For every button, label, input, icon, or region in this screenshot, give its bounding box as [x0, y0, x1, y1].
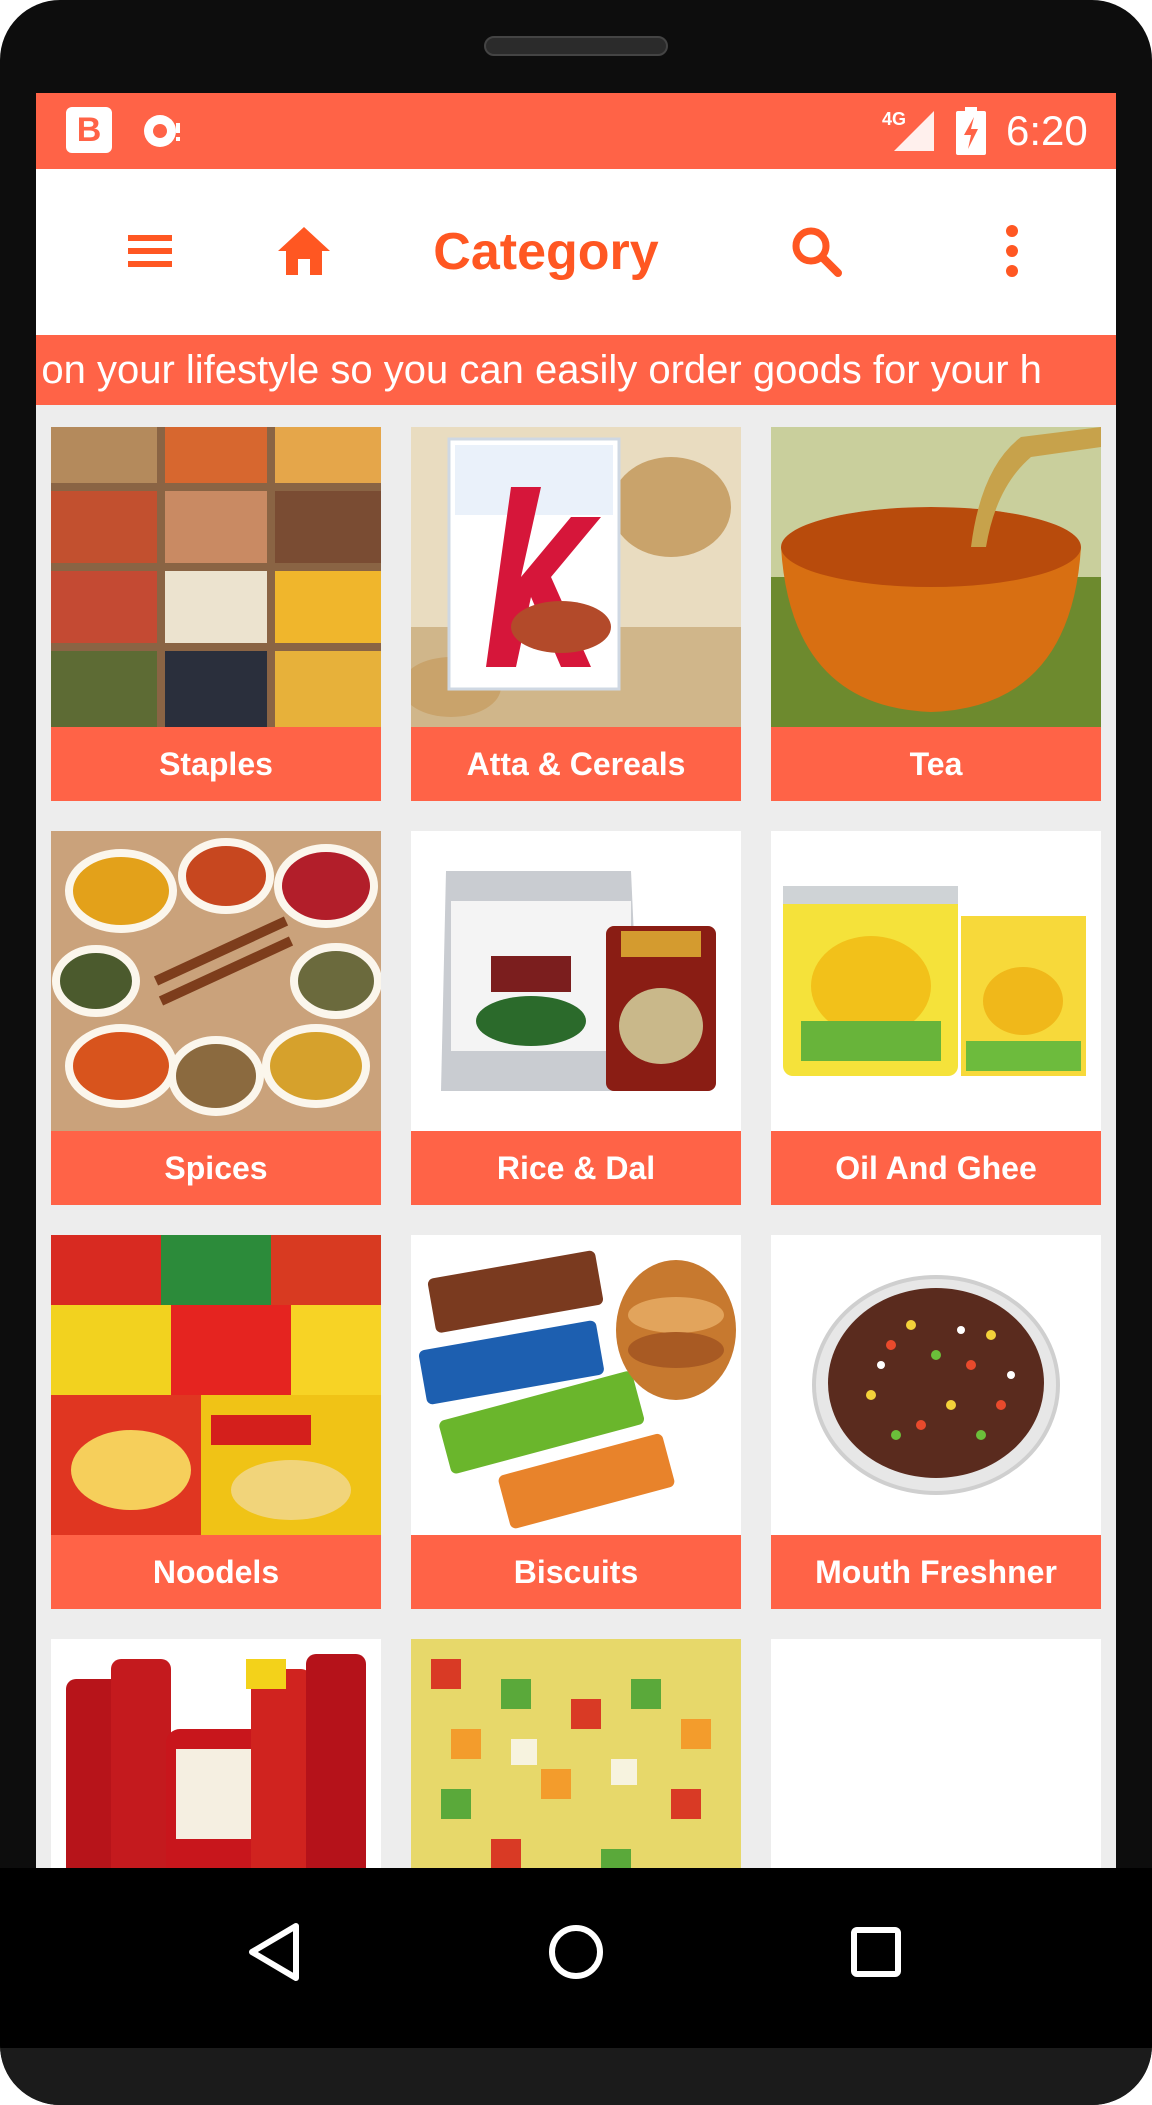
- battery-charging-icon: [956, 107, 986, 155]
- category-card-staples[interactable]: Staples: [51, 427, 381, 801]
- category-label: Staples: [51, 727, 381, 801]
- notification-icon: [144, 115, 180, 147]
- signal-4g-icon: 4G: [882, 109, 934, 151]
- android-nav-bar: [0, 1868, 1152, 2048]
- spices-image: [51, 831, 381, 1131]
- status-time: 6:20: [1006, 107, 1088, 154]
- noodels-image: [51, 1235, 381, 1535]
- network-label: 4G: [882, 109, 906, 129]
- category-card-biscuits[interactable]: Biscuits: [411, 1235, 741, 1609]
- app-badge-icon: B: [66, 107, 112, 153]
- category-card-empty[interactable]: [771, 1639, 1101, 1868]
- pasta-image: [411, 1639, 741, 1868]
- category-card-pasta[interactable]: [411, 1639, 741, 1868]
- home-circle-icon[interactable]: [536, 1912, 616, 1992]
- category-card-atta-cereals[interactable]: Atta & Cereals: [411, 427, 741, 801]
- status-bar: B 4G 6:20: [36, 93, 1116, 169]
- category-card-oil-ghee[interactable]: Oil And Ghee: [771, 831, 1101, 1205]
- search-icon[interactable]: [784, 219, 848, 283]
- back-triangle-icon[interactable]: [236, 1912, 316, 1992]
- screen: B 4G 6:20 Category d on your lifestyle s…: [36, 93, 1116, 1868]
- app-toolbar: Category: [36, 169, 1116, 335]
- mouth-freshner-image: [771, 1235, 1101, 1535]
- atta-cereals-image: [411, 427, 741, 727]
- phone-frame: B 4G 6:20 Category d on your lifestyle s…: [0, 0, 1152, 2105]
- scrolling-banner: d on your lifestyle so you can easily or…: [36, 335, 1116, 405]
- home-icon[interactable]: [272, 219, 336, 283]
- category-label: Spices: [51, 1131, 381, 1205]
- category-label: Rice & Dal: [411, 1131, 741, 1205]
- category-card-rice-dal[interactable]: Rice & Dal: [411, 831, 741, 1205]
- sauces-image: [51, 1639, 381, 1868]
- page-title: Category: [433, 223, 659, 281]
- rice-dal-image: [411, 831, 741, 1131]
- category-card-spices[interactable]: Spices: [51, 831, 381, 1205]
- biscuits-image: [411, 1235, 741, 1535]
- staples-image: [51, 427, 381, 727]
- category-label: Atta & Cereals: [411, 727, 741, 801]
- phone-bottom-bezel: [0, 2048, 1152, 2105]
- tea-image: [771, 427, 1101, 727]
- category-label: Oil And Ghee: [771, 1131, 1101, 1205]
- banner-text: d on your lifestyle so you can easily or…: [36, 348, 1042, 392]
- more-vert-icon[interactable]: [980, 219, 1044, 283]
- category-label: Noodels: [51, 1535, 381, 1609]
- oil-ghee-image: [771, 831, 1101, 1131]
- category-label: Biscuits: [411, 1535, 741, 1609]
- category-card-noodels[interactable]: Noodels: [51, 1235, 381, 1609]
- category-label: Tea: [771, 727, 1101, 801]
- placeholder-image: [771, 1639, 1101, 1868]
- phone-speaker: [484, 36, 668, 56]
- recents-square-icon[interactable]: [836, 1912, 916, 1992]
- category-card-tea[interactable]: Tea: [771, 427, 1101, 801]
- category-card-mouth-freshner[interactable]: Mouth Freshner: [771, 1235, 1101, 1609]
- category-card-sauces[interactable]: [51, 1639, 381, 1868]
- category-label: Mouth Freshner: [771, 1535, 1101, 1609]
- hamburger-menu-icon[interactable]: [118, 219, 182, 283]
